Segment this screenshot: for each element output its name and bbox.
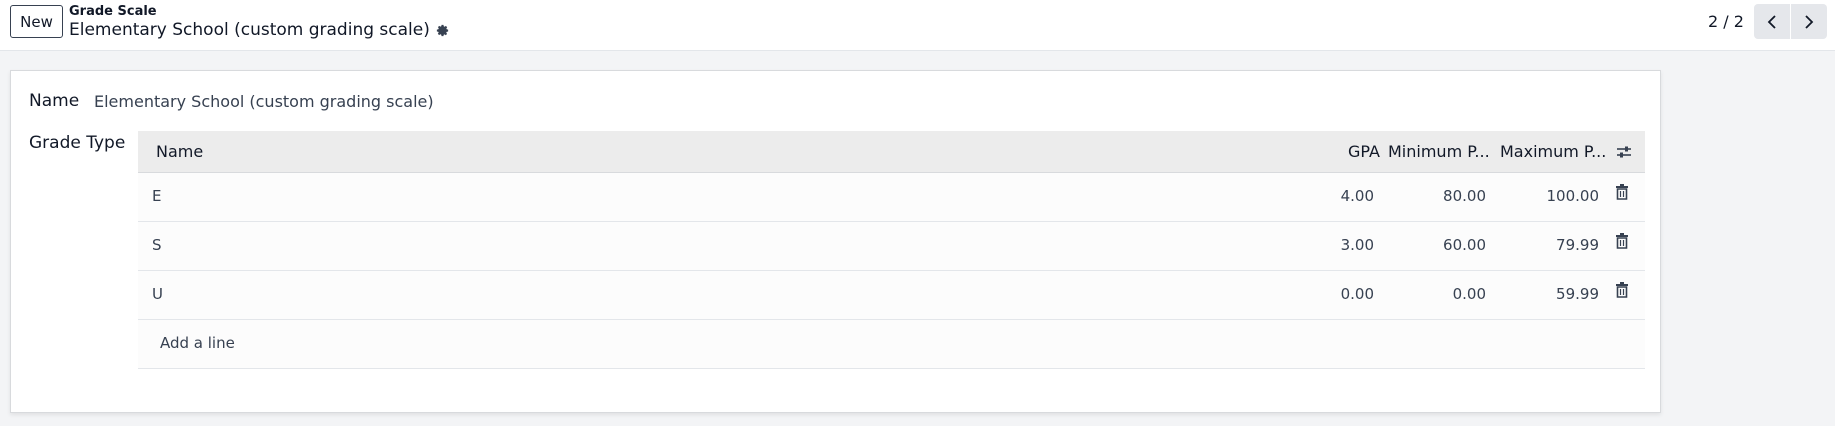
add-line-link[interactable]: Add a line [160, 334, 235, 352]
breadcrumb-parent[interactable]: Grade Scale [69, 4, 157, 19]
add-line-row: Add a line [138, 320, 1645, 369]
column-header-maximum[interactable]: Maximum P... [1500, 142, 1606, 161]
minimum-cell: 80.00 [1443, 187, 1486, 205]
control-panel: New Grade Scale Elementary School (custo… [0, 0, 1835, 51]
minimum-cell: 60.00 [1443, 236, 1486, 254]
grade-name-cell: E [152, 187, 162, 205]
trash-icon[interactable] [1615, 281, 1629, 299]
gpa-cell: 3.00 [1340, 236, 1374, 254]
column-header-minimum[interactable]: Minimum P... [1388, 142, 1490, 161]
maximum-cell: 59.99 [1556, 285, 1599, 303]
gear-icon[interactable] [435, 23, 450, 38]
grade-type-label: Grade Type [29, 133, 126, 153]
minimum-cell: 0.00 [1452, 285, 1486, 303]
record-title: Elementary School (custom grading scale) [69, 20, 430, 40]
column-header-name[interactable]: Name [156, 142, 203, 161]
table-row[interactable]: E 4.00 80.00 100.00 [138, 173, 1645, 222]
name-field[interactable]: Elementary School (custom grading scale) [94, 92, 434, 111]
grade-name-cell: S [152, 236, 162, 254]
gpa-cell: 0.00 [1340, 285, 1374, 303]
table-row[interactable]: U 0.00 0.00 59.99 [138, 271, 1645, 320]
gpa-cell: 4.00 [1340, 187, 1374, 205]
chevron-left-icon [1767, 14, 1776, 29]
table-row[interactable]: S 3.00 60.00 79.99 [138, 222, 1645, 271]
column-header-gpa[interactable]: GPA [1348, 142, 1380, 161]
chevron-right-icon [1805, 14, 1814, 29]
maximum-cell: 100.00 [1546, 187, 1600, 205]
sliders-icon[interactable] [1615, 143, 1633, 161]
new-button[interactable]: New [10, 5, 63, 38]
maximum-cell: 79.99 [1556, 236, 1599, 254]
trash-icon[interactable] [1615, 232, 1629, 250]
grade-name-cell: U [152, 285, 163, 303]
form-sheet: Name Elementary School (custom grading s… [10, 70, 1661, 413]
record-title-row: Elementary School (custom grading scale) [69, 20, 450, 40]
table-header: Name GPA Minimum P... Maximum P... [138, 131, 1645, 173]
name-label: Name [29, 91, 80, 111]
previous-record-button[interactable] [1754, 4, 1790, 39]
next-record-button[interactable] [1791, 4, 1827, 39]
trash-icon[interactable] [1615, 183, 1629, 201]
pager-value[interactable]: 2 / 2 [1708, 12, 1744, 31]
